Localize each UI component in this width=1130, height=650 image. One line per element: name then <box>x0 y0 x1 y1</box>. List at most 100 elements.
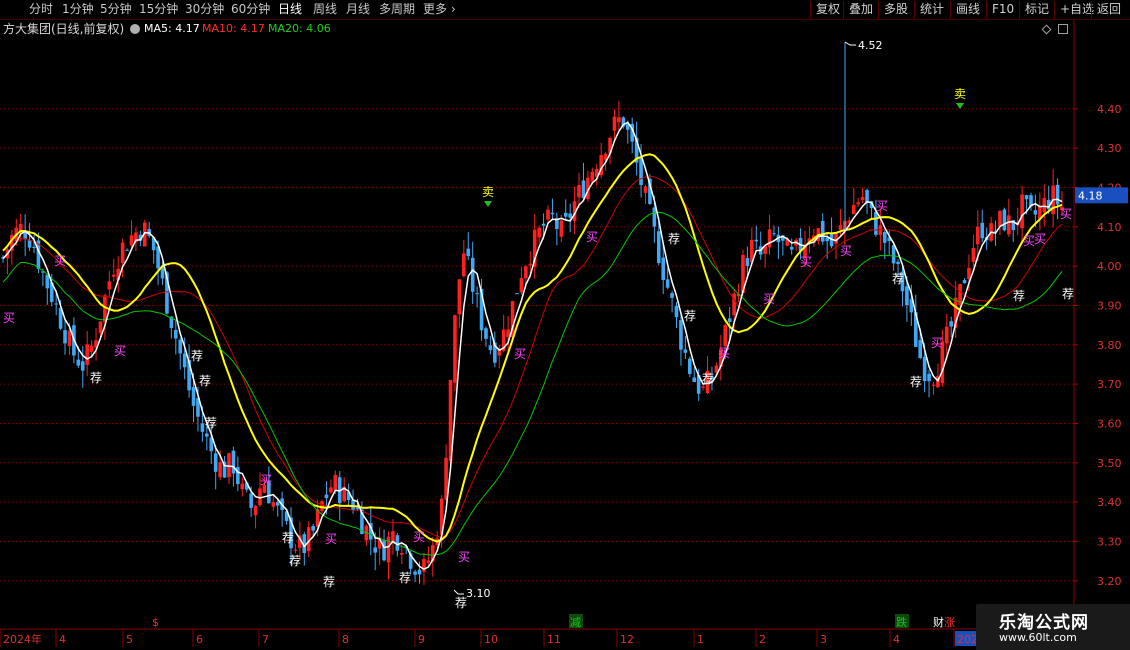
candle-body <box>45 274 50 289</box>
min-leader-line <box>453 589 464 595</box>
buy-signal-label: 买 <box>586 230 598 244</box>
candle-body <box>258 488 262 506</box>
buy-signal-label: 买 <box>763 292 775 306</box>
recommend-signal-label: 荐 <box>684 309 696 323</box>
candle-body <box>205 433 209 437</box>
toolbar-button-4[interactable]: 画线 <box>950 1 985 19</box>
toolbar-button-1[interactable]: 叠加 <box>843 1 878 19</box>
buy-signal-label: 买 <box>1034 232 1046 246</box>
candle-body <box>528 263 533 266</box>
ma-red-line <box>2 175 1063 538</box>
toolbar-button-3[interactable]: 统计 <box>914 1 949 19</box>
candle-body <box>519 277 524 293</box>
candle-body <box>1020 194 1024 229</box>
candle-body <box>293 549 298 551</box>
candle-body <box>772 233 776 235</box>
price-grid <box>0 108 1074 582</box>
candle-body <box>1007 215 1011 235</box>
period-tab-3[interactable]: 15分钟 <box>139 0 178 19</box>
candle-body <box>820 221 825 242</box>
price-tick-label: 4.40 <box>1097 103 1122 116</box>
candle-body <box>32 246 36 249</box>
toolbar-button-8[interactable]: 返回 <box>1091 1 1126 19</box>
period-tab-10[interactable]: 更多 <box>423 0 447 19</box>
candle-body <box>111 274 116 277</box>
candle-body <box>413 571 417 575</box>
more-chevron-icon[interactable]: › <box>451 0 456 19</box>
candle-body <box>976 226 980 245</box>
current-price-label: 4.18 <box>1078 189 1103 202</box>
toolbar-button-6[interactable]: 标记 <box>1019 1 1054 19</box>
toolbar-button-2[interactable]: 多股 <box>878 1 913 19</box>
candle-body <box>475 293 479 295</box>
candle-body <box>962 280 967 284</box>
period-tab-2[interactable]: 5分钟 <box>100 0 132 19</box>
buy-signal-label: 买 <box>514 347 526 361</box>
price-tick-label: 3.50 <box>1097 457 1122 470</box>
stock-title[interactable]: 方大集团(日线,前复权) <box>3 21 124 37</box>
candle-body <box>661 257 666 280</box>
candle-body <box>27 240 32 248</box>
candle-body <box>687 358 692 374</box>
candle-body <box>76 359 81 366</box>
candle-body <box>107 281 112 290</box>
period-tab-0[interactable]: 分时 <box>29 0 53 19</box>
kline-chart-canvas[interactable]: 买买买买 买买买买买买买买买买买买买买荐荐荐荐荐荐荐 荐荐荐荐荐 荐荐荐 荐卖卖4.52… <box>0 0 1130 650</box>
period-tab-1[interactable]: 1分钟 <box>62 0 94 19</box>
sell-arrow-icon <box>956 103 964 109</box>
candle-body <box>612 116 617 131</box>
candle-body <box>563 212 568 217</box>
menu-circle-icon[interactable] <box>130 24 140 34</box>
candle-body <box>178 339 183 354</box>
recommend-signal-label: 荐 <box>289 554 301 568</box>
month-label: 1 <box>697 633 704 646</box>
toolbar-button-5[interactable]: F10 <box>986 1 1019 19</box>
candle-body <box>838 225 843 230</box>
max-leader-line <box>844 41 856 46</box>
candle-body <box>998 211 1002 227</box>
candle-body <box>918 340 923 359</box>
candle-body <box>674 305 679 318</box>
toolbar-button-0[interactable]: 复权 <box>810 1 845 19</box>
candle-body <box>541 223 546 226</box>
price-tick-label: 4.00 <box>1097 260 1122 273</box>
candle-body <box>227 453 231 478</box>
recommend-signal-label: 荐 <box>199 374 211 388</box>
period-tab-7[interactable]: 周线 <box>313 0 337 19</box>
price-tick-label: 3.60 <box>1097 417 1122 430</box>
buy-signal-label: 买 <box>54 254 66 268</box>
candle-body <box>63 330 67 344</box>
candle-body <box>1042 198 1047 213</box>
month-label: 7 <box>262 633 269 646</box>
candle-body <box>723 325 728 347</box>
candle-body <box>174 329 178 339</box>
candle-body <box>218 462 222 478</box>
site-watermark: 乐淘公式网 www.60lt.com <box>976 604 1130 650</box>
price-axis: 4.404.304.204.104.003.903.803.703.603.50… <box>1073 20 1128 628</box>
candle-body <box>851 204 856 215</box>
sell-arrow-icon <box>484 201 492 207</box>
month-label: 5 <box>126 633 133 646</box>
candle-body <box>643 186 648 193</box>
month-label: 4 <box>59 633 66 646</box>
candle-body <box>550 212 555 215</box>
period-tab-5[interactable]: 60分钟 <box>231 0 270 19</box>
diamond-icon[interactable] <box>1041 24 1052 35</box>
trade-signals: 买买买买 买买买买买买买买买买买买买买荐荐荐荐荐荐荐 荐荐荐荐荐 荐荐荐 荐卖卖4.52… <box>3 39 1074 610</box>
price-tick-label: 4.30 <box>1097 142 1122 155</box>
window-icon[interactable] <box>1058 24 1068 34</box>
buy-signal-label: 买 <box>114 344 126 358</box>
buy-signal-label: 买 <box>325 532 337 546</box>
period-tab-4[interactable]: 30分钟 <box>185 0 224 19</box>
candle-body <box>329 487 333 493</box>
period-tab-9[interactable]: 多周期 <box>379 0 415 19</box>
candle-body <box>54 303 58 305</box>
month-label: 12 <box>620 633 634 646</box>
period-toolbar: 分时 1分钟 5分钟 15分钟 30分钟 60分钟 日线 周线 月线 多周期 更多 › 复权 叠加 多股 统计… <box>0 0 1130 20</box>
recommend-signal-label: 荐 <box>892 272 904 286</box>
period-tab-6[interactable]: 日线 <box>278 0 302 19</box>
candle-body <box>240 483 245 490</box>
period-tab-8[interactable]: 月线 <box>346 0 370 19</box>
recommend-signal-label: 荐 <box>1013 289 1025 303</box>
candle-body <box>590 171 595 182</box>
